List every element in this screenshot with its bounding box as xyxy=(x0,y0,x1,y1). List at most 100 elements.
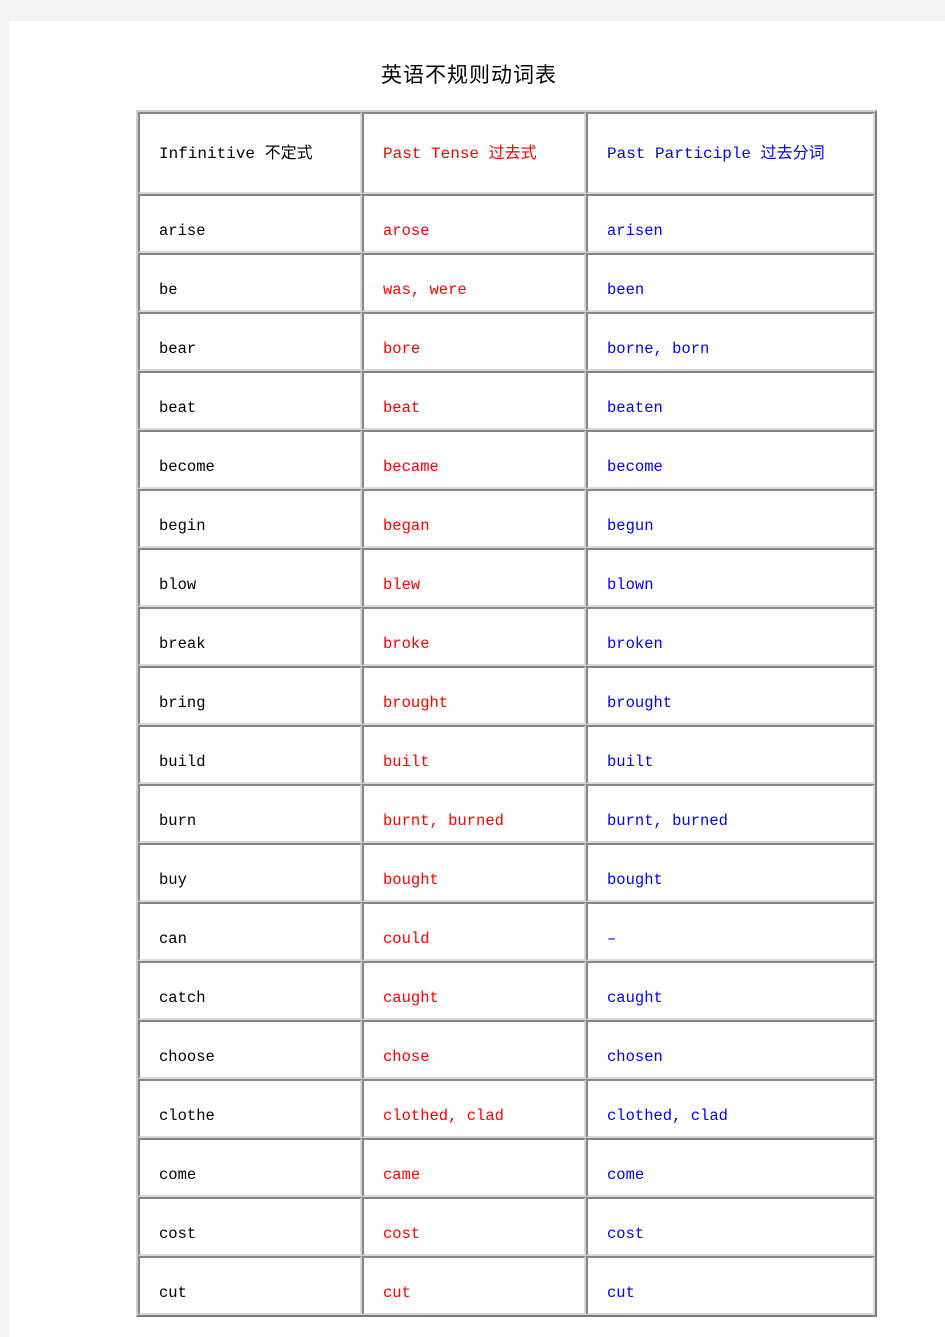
table-cell-participle: arisen xyxy=(586,194,875,253)
cell-text-participle: borne, born xyxy=(607,340,710,358)
table-cell-past: was, were xyxy=(362,253,586,312)
table-cell-participle: been xyxy=(586,253,875,312)
table-cell-past: came xyxy=(362,1138,586,1197)
table-cell-infinitive: burn xyxy=(138,784,362,843)
table-cell-past: bore xyxy=(362,312,586,371)
cell-text-past: clothed, clad xyxy=(383,1107,504,1125)
cell-text-participle: clothed, clad xyxy=(607,1107,728,1125)
table-cell-infinitive: choose xyxy=(138,1020,362,1079)
table-cell-participle: become xyxy=(586,430,875,489)
cell-text-infinitive: can xyxy=(159,930,187,948)
table-cell-past: cut xyxy=(362,1256,586,1315)
cell-text-past: arose xyxy=(383,222,430,240)
table-cell-participle: beaten xyxy=(586,371,875,430)
cell-text-infinitive: burn xyxy=(159,812,197,830)
table-cell-infinitive: buy xyxy=(138,843,362,902)
cell-text-participle: beaten xyxy=(607,399,663,417)
table-cell-infinitive: become xyxy=(138,430,362,489)
cell-text-participle: begun xyxy=(607,517,654,535)
cell-text-infinitive: arise xyxy=(159,222,206,240)
table-cell-participle: brought xyxy=(586,666,875,725)
cell-text-participle: broken xyxy=(607,635,663,653)
table-cell-infinitive: break xyxy=(138,607,362,666)
table-row: buy bought bought xyxy=(138,843,875,902)
cell-text-participle: burnt, burned xyxy=(607,812,728,830)
table-cell-participle: cost xyxy=(586,1197,875,1256)
cell-text-participle: brought xyxy=(607,694,673,712)
cell-text-participle: come xyxy=(607,1166,645,1184)
cell-text-participle: become xyxy=(607,458,663,476)
table-row: bring brought brought xyxy=(138,666,875,725)
table-cell-participle: broken xyxy=(586,607,875,666)
table-cell-infinitive: build xyxy=(138,725,362,784)
cjk-text: 过去分词 xyxy=(760,145,825,162)
table-cell-participle: – xyxy=(586,902,875,961)
table-cell-infinitive: cost xyxy=(138,1197,362,1256)
table-cell-participle: bought xyxy=(586,843,875,902)
cell-text-past: cost xyxy=(383,1225,421,1243)
cell-text-infinitive: bear xyxy=(159,340,197,358)
header-cell-past-tense: Past Tense 过去式 xyxy=(362,112,586,194)
cell-text-participle: arisen xyxy=(607,222,663,240)
cell-text-infinitive: build xyxy=(159,753,206,771)
cell-text-infinitive: break xyxy=(159,635,206,653)
cell-text-past: brought xyxy=(383,694,449,712)
table-row: beat beat beaten xyxy=(138,371,875,430)
table-row: build built built xyxy=(138,725,875,784)
table-cell-past: built xyxy=(362,725,586,784)
cell-text-past: came xyxy=(383,1166,421,1184)
table-row: can could – xyxy=(138,902,875,961)
cell-text-past: began xyxy=(383,517,430,535)
table-row: break broke broken xyxy=(138,607,875,666)
table-cell-infinitive: come xyxy=(138,1138,362,1197)
cell-text-participle: been xyxy=(607,281,645,299)
table-cell-infinitive: be xyxy=(138,253,362,312)
irregular-verbs-table: Infinitive 不定式 Past Tense 过去式 Past Parti… xyxy=(136,110,877,1317)
cell-text-participle: bought xyxy=(607,871,663,889)
cell-text-past: broke xyxy=(383,635,430,653)
cell-text-participle: caught xyxy=(607,989,663,1007)
table-row: choose chose chosen xyxy=(138,1020,875,1079)
cell-text-infinitive: cut xyxy=(159,1284,187,1302)
cell-text-infinitive: buy xyxy=(159,871,187,889)
cell-text-infinitive: become xyxy=(159,458,215,476)
table-cell-infinitive: begin xyxy=(138,489,362,548)
cell-text-infinitive: choose xyxy=(159,1048,215,1066)
header-label-past-participle: Past Participle 过去分词 xyxy=(607,145,825,163)
cell-text-participle: chosen xyxy=(607,1048,663,1066)
table-cell-past: became xyxy=(362,430,586,489)
table-cell-infinitive: catch xyxy=(138,961,362,1020)
table-row: become became become xyxy=(138,430,875,489)
table-cell-infinitive: clothe xyxy=(138,1079,362,1138)
table-cell-infinitive: cut xyxy=(138,1256,362,1315)
table-cell-past: bought xyxy=(362,843,586,902)
table-cell-infinitive: bring xyxy=(138,666,362,725)
cell-text-past: built xyxy=(383,753,430,771)
table-cell-participle: cut xyxy=(586,1256,875,1315)
cjk-text: 不定式 xyxy=(264,145,313,162)
cell-text-participle: cut xyxy=(607,1284,635,1302)
table-row: burn burnt, burned burnt, burned xyxy=(138,784,875,843)
table-cell-participle: borne, born xyxy=(586,312,875,371)
table-cell-participle: blown xyxy=(586,548,875,607)
cell-text-past: could xyxy=(383,930,430,948)
table-cell-infinitive: bear xyxy=(138,312,362,371)
document-page: 英语不规则动词表 Infinitive 不定式 Past Tense 过去式 P… xyxy=(9,21,945,1337)
cell-text-participle: cost xyxy=(607,1225,645,1243)
table-cell-past: chose xyxy=(362,1020,586,1079)
table-cell-past: began xyxy=(362,489,586,548)
table-row: begin began begun xyxy=(138,489,875,548)
cell-text-past: bore xyxy=(383,340,421,358)
cell-text-participle: built xyxy=(607,753,654,771)
cell-text-past: became xyxy=(383,458,439,476)
table-cell-participle: caught xyxy=(586,961,875,1020)
table-cell-past: clothed, clad xyxy=(362,1079,586,1138)
table-cell-past: beat xyxy=(362,371,586,430)
table-header-row: Infinitive 不定式 Past Tense 过去式 Past Parti… xyxy=(138,112,875,194)
cell-text-past: burnt, burned xyxy=(383,812,504,830)
cell-text-past: bought xyxy=(383,871,439,889)
cell-text-infinitive: blow xyxy=(159,576,197,594)
table-cell-past: arose xyxy=(362,194,586,253)
table-cell-participle: clothed, clad xyxy=(586,1079,875,1138)
table-cell-past: broke xyxy=(362,607,586,666)
